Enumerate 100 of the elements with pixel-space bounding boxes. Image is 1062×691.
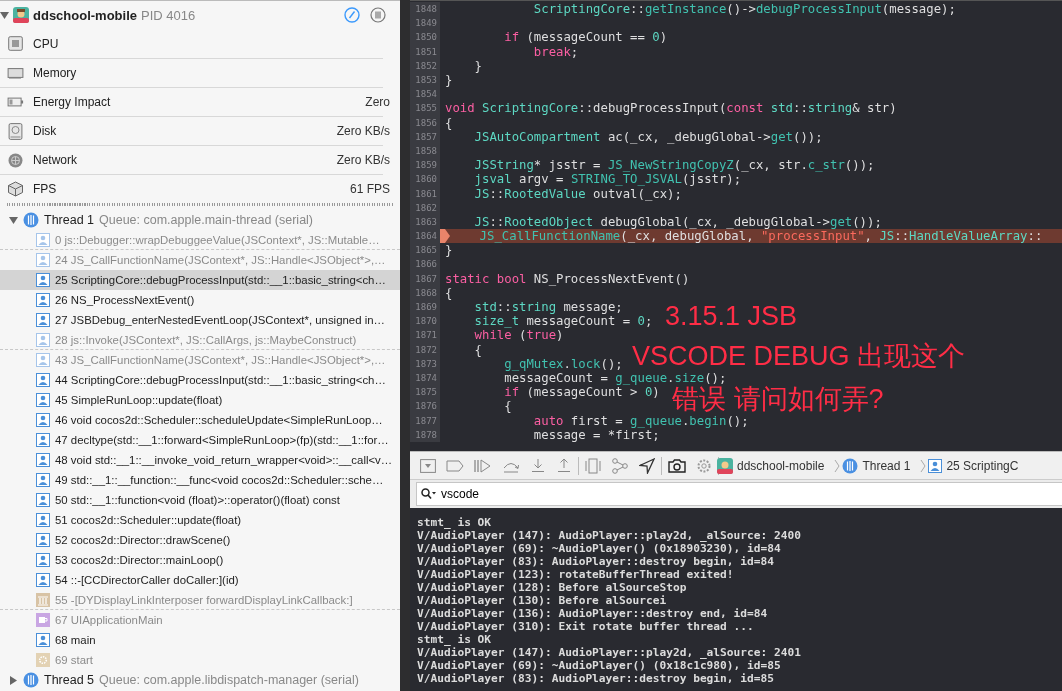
process-name: ddschool-mobile (33, 7, 137, 23)
console-line: V/AudioPlayer (147): AudioPlayer::play2d, _alSource: 2401 (417, 646, 802, 659)
line-number: 1865 (410, 243, 440, 258)
stack-frame[interactable]: 26 NS_ProcessNextEvent() (0, 290, 400, 310)
stack-frame[interactable]: 51 cocos2d::Scheduler::update(float) (0, 510, 400, 530)
thread-queue: Queue: com.apple.main-thread (serial) (99, 213, 314, 227)
code-line: JS::RootedObject debugGlobal(_cx, _debugGlobal->get()); (473, 214, 882, 229)
line-number: 1871 (410, 328, 440, 343)
code-line: } (473, 58, 483, 73)
person-icon (36, 413, 50, 427)
code-line: { (473, 342, 483, 357)
thread-queue: Queue: com.apple.libdispatch-manager (serial) (99, 673, 359, 687)
breakpoint-icon[interactable] (446, 459, 464, 472)
stack-frame[interactable]: 54 ::-[CCDirectorCaller doCaller:](id) (0, 570, 400, 590)
person-icon (36, 393, 50, 407)
gauge-label[interactable]: Energy Impact (33, 95, 357, 109)
line-number: 1861 (410, 186, 440, 201)
breadcrumb-item[interactable]: 25 ScriptingC (928, 458, 1019, 473)
gauge-label[interactable]: Disk (33, 124, 328, 138)
thread-name[interactable]: Thread 5 (44, 673, 95, 687)
code-line: size_t messageCount = 0; (473, 314, 653, 329)
breadcrumb-item[interactable]: ddschool-mobile (717, 457, 825, 474)
line-number: 1848 (410, 2, 440, 17)
stack-frame[interactable]: 48 void std::__1::__invoke_void_return_wrapper<void>::__call<v… (0, 450, 400, 470)
chevron-icon (920, 458, 927, 473)
code-line: break; (532, 44, 579, 59)
gear-icon[interactable] (696, 457, 712, 474)
code-line: std::string message; (473, 300, 623, 315)
person-icon (36, 332, 50, 347)
stack-frame[interactable]: 49 std::__1::__function::__func<void cocos2d::Scheduler::sche… (0, 470, 400, 490)
thread-icon (23, 212, 39, 228)
app-icon (717, 457, 733, 474)
console-line: V/AudioPlayer (130): Before alSourcei (417, 594, 668, 607)
code-line: JS::RootedValue outval(_cx); (473, 186, 682, 201)
line-number: 1849 (410, 16, 440, 31)
view-hierarchy-icon[interactable] (585, 457, 601, 474)
memory-graph-icon[interactable] (611, 457, 629, 474)
cube-icon (7, 181, 24, 197)
stack-frame[interactable]: 25 ScriptingCore::debugProcessInput(std::__1::basic_string<ch… (0, 270, 400, 290)
filter-field[interactable]: vscode (416, 482, 1062, 506)
person-icon (36, 473, 50, 487)
gauge-icon[interactable] (344, 7, 360, 23)
console-line: stmt_ is OK (417, 633, 492, 646)
disclosure-triangle[interactable] (9, 215, 18, 225)
app-icon (13, 7, 29, 23)
line-number: 1870 (410, 314, 440, 329)
hide-console-icon[interactable] (420, 458, 436, 473)
pause-threads-icon[interactable] (370, 7, 386, 23)
console-line: V/AudioPlayer (83): AudioPlayer::destroy begin, id=84 (417, 555, 775, 568)
thread-icon (23, 672, 39, 688)
location-icon[interactable] (639, 457, 655, 474)
chip-icon (7, 36, 24, 51)
stack-frame[interactable]: 53 cocos2d::Director::mainLoop() (0, 550, 400, 570)
code-line: message = *first; (532, 427, 660, 442)
disclosure-triangle[interactable] (0, 10, 9, 20)
camera-icon[interactable] (668, 458, 686, 473)
line-number: 1850 (410, 30, 440, 45)
annotation-text: 错误 请问如何弄? (672, 385, 884, 413)
code-line: ScriptingCore::getInstance()->debugProcessInput(message); (532, 2, 956, 17)
code-line: while (true) (473, 328, 564, 343)
stack-frame[interactable]: 68 main (0, 630, 400, 650)
console-line: V/AudioPlayer (136): AudioPlayer::destroy end, id=84 (417, 607, 769, 620)
code-line: { (503, 399, 512, 414)
memory-chip-icon (7, 67, 24, 79)
person-icon (36, 373, 50, 387)
stack-frame[interactable]: 47 decltype(std::__1::forward<SimpleRunLoop>(fp)(std::__1::for… (0, 430, 400, 450)
stack-frame[interactable]: 52 cocos2d::Director::drawScene() (0, 530, 400, 550)
gauge-label[interactable]: CPU (33, 36, 390, 51)
step-into-icon[interactable] (530, 458, 546, 473)
stack-frame[interactable]: 44 ScriptingCore::debugProcessInput(std::__1::basic_string<ch… (0, 370, 400, 390)
person-icon (36, 353, 50, 367)
step-out-icon[interactable] (556, 458, 572, 473)
stack-frame[interactable]: 46 void cocos2d::Scheduler::scheduleUpdate<SimpleRunLoop… (0, 410, 400, 430)
person-icon (36, 273, 50, 287)
person-icon (36, 232, 50, 247)
gauge-label[interactable]: Memory (33, 66, 383, 80)
disclosure-triangle[interactable] (9, 675, 18, 685)
columns-icon (36, 592, 50, 607)
continue-icon[interactable] (474, 458, 492, 473)
line-number: 1864 (410, 229, 440, 244)
code-line: if (messageCount > 0) (503, 385, 660, 400)
code-line: if (messageCount == 0) (503, 30, 668, 45)
gauge-label[interactable]: FPS (33, 182, 341, 196)
console-line: stmt_ is OK (417, 516, 492, 529)
code-line: { (445, 115, 453, 130)
breadcrumb-item[interactable]: Thread 1 (842, 457, 911, 474)
person-icon (36, 553, 50, 567)
code-line: messageCount = g_queue.size(); (503, 370, 727, 385)
process-id: PID 4016 (141, 7, 196, 23)
thread-name[interactable]: Thread 1 (44, 213, 95, 227)
cup-icon (36, 613, 50, 627)
gauge-label[interactable]: Network (33, 153, 328, 167)
stack-frame[interactable]: 27 JSBDebug_enterNestedEventLoop(JSContext*, unsigned in… (0, 310, 400, 330)
console-line: V/AudioPlayer (83): AudioPlayer::destroy begin, id=85 (417, 672, 775, 685)
line-number: 1876 (410, 399, 440, 414)
stack-frame[interactable]: 45 SimpleRunLoop::update(float) (0, 390, 400, 410)
line-number: 1866 (410, 257, 440, 272)
stack-frame[interactable]: 50 std::__1::function<void (float)>::operator()(float) const (0, 490, 400, 510)
person-icon (36, 293, 50, 307)
code-line: static bool NS_ProcessNextEvent() (445, 271, 690, 286)
